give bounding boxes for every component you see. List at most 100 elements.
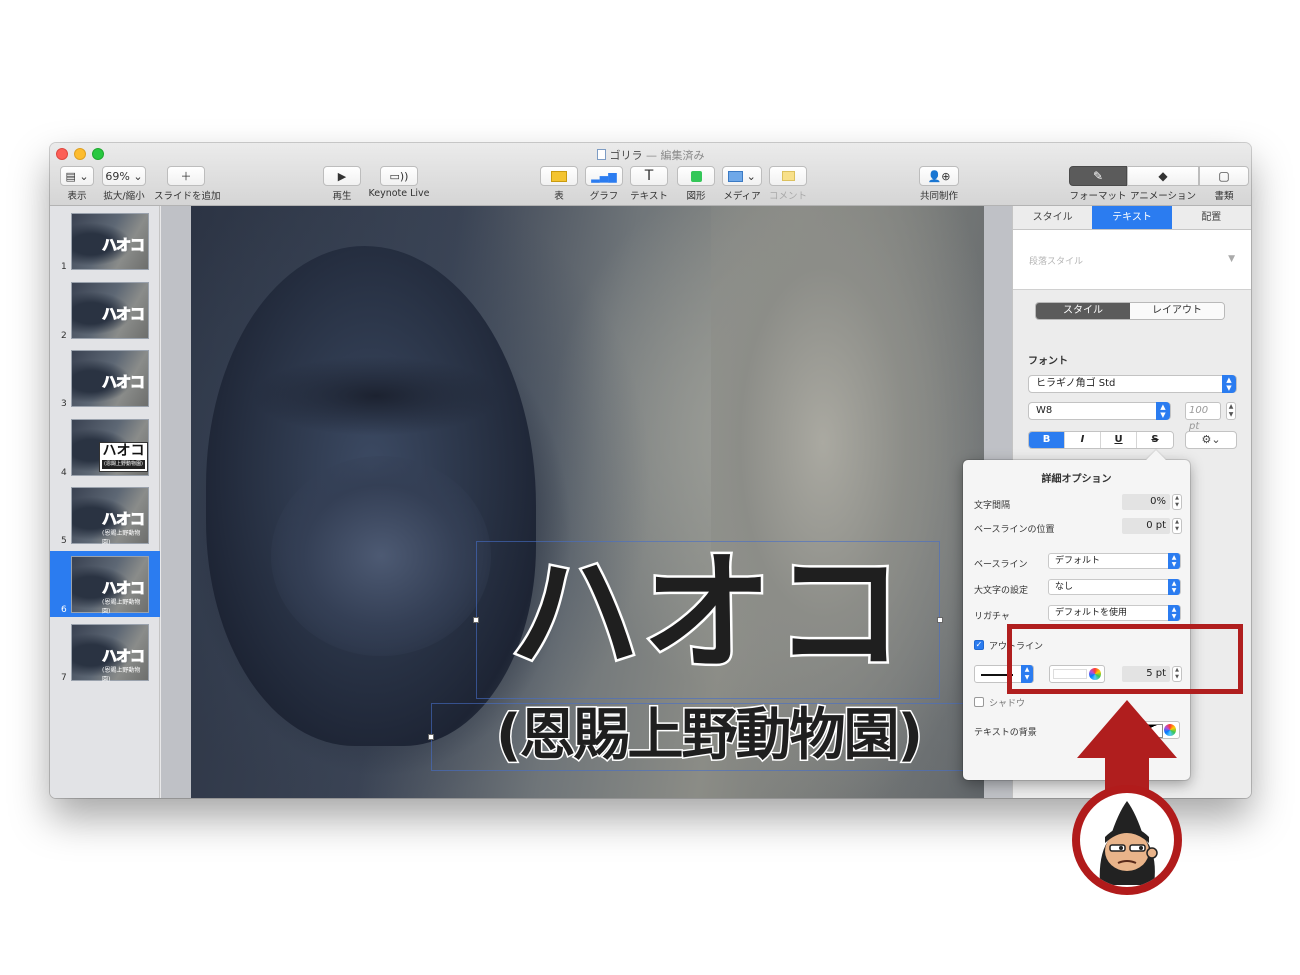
bold-button[interactable]: B bbox=[1029, 432, 1065, 448]
paragraph-style-picker[interactable]: 段落スタイル ▼ bbox=[1013, 230, 1251, 290]
table-button[interactable] bbox=[540, 166, 578, 186]
document-tool[interactable]: ▢ 書類 bbox=[1199, 166, 1249, 202]
thumbnail-title: ハオコ bbox=[101, 510, 145, 529]
tab-style[interactable]: スタイル bbox=[1013, 206, 1092, 229]
slide-number: 2 bbox=[61, 330, 67, 341]
font-size-stepper[interactable]: ▲ ▼ bbox=[1226, 402, 1236, 420]
italic-button[interactable]: I bbox=[1065, 432, 1101, 448]
updown-arrows-icon: ▲ ▼ bbox=[1168, 553, 1180, 569]
view-button[interactable]: ▤ ⌄ bbox=[60, 166, 94, 186]
text-format-buttons: B I U S bbox=[1028, 431, 1174, 449]
tab-text[interactable]: テキスト bbox=[1092, 206, 1172, 229]
segment-style[interactable]: スタイル bbox=[1036, 303, 1130, 319]
add-slide-button[interactable]: ＋ bbox=[167, 166, 205, 186]
shadow-checkbox[interactable] bbox=[974, 697, 984, 707]
chart-tool[interactable]: ▂▄▆ グラフ bbox=[585, 166, 623, 202]
slide-thumbnail-row[interactable]: 5 ハオコ (恩賜上野動物園) bbox=[50, 482, 160, 548]
tab-arrange[interactable]: 配置 bbox=[1172, 206, 1251, 229]
zoom-tool[interactable]: 69% ⌄ 拡大/縮小 bbox=[100, 166, 148, 202]
animate-button[interactable]: ◆ bbox=[1127, 166, 1199, 186]
slide-thumbnail-row[interactable]: 1 ハオコ bbox=[50, 208, 160, 274]
font-weight-value: W8 bbox=[1036, 405, 1053, 416]
thumbnail-subtitle: (恩賜上野動物園) bbox=[102, 667, 141, 683]
outline-checkbox[interactable]: ✓ bbox=[974, 640, 984, 650]
comment-button[interactable] bbox=[769, 166, 807, 186]
slide-thumbnail-row[interactable]: 3 ハオコ bbox=[50, 345, 160, 411]
table-tool[interactable]: 表 bbox=[540, 166, 578, 202]
baseline-shift-label: ベースラインの位置 bbox=[974, 525, 1055, 535]
slide-thumbnail[interactable]: ハオコ (恩賜上野動物園) bbox=[71, 624, 149, 683]
author-avatar bbox=[1072, 785, 1182, 895]
slide-thumbnail[interactable]: ハオコ (恩賜上野動物園) bbox=[71, 487, 149, 546]
keynote-live-label: Keynote Live bbox=[368, 188, 430, 199]
add-slide-tool[interactable]: ＋ スライドを追加 bbox=[154, 166, 221, 202]
shape-button[interactable] bbox=[677, 166, 715, 186]
window-title: ゴリラ — 編集済み bbox=[50, 147, 1251, 163]
slide-number: 5 bbox=[61, 536, 67, 546]
strikethrough-button[interactable]: S bbox=[1137, 432, 1173, 448]
slide-thumbnail-row[interactable]: 6 ハオコ (恩賜上野動物園) bbox=[50, 550, 160, 617]
segment-layout[interactable]: レイアウト bbox=[1130, 303, 1224, 319]
slide-title-text[interactable]: ハオコ bbox=[476, 536, 940, 691]
collaborate-button[interactable]: 👤⊕ bbox=[919, 166, 959, 186]
zoom-dropdown[interactable]: 69% ⌄ bbox=[102, 166, 146, 186]
red-arrow-up-icon bbox=[1077, 700, 1177, 798]
collaborate-tool[interactable]: 👤⊕ 共同制作 bbox=[918, 166, 960, 202]
gorilla-brow bbox=[251, 356, 501, 436]
ligatures-popup[interactable]: デフォルトを使用 ▲ ▼ bbox=[1048, 605, 1181, 621]
style-layout-segment: スタイル レイアウト bbox=[1035, 302, 1225, 320]
advanced-options-button[interactable]: ⚙⌄ bbox=[1185, 431, 1237, 449]
slide-thumbnail[interactable]: ハオコ bbox=[71, 350, 149, 407]
format-tool[interactable]: ✎ フォーマット bbox=[1069, 166, 1127, 202]
font-size-field[interactable]: 100 pt bbox=[1185, 402, 1221, 432]
baseline-value: デフォルト bbox=[1055, 556, 1101, 566]
slide-subtitle-text[interactable]: (恩賜上野動物園) bbox=[431, 702, 984, 770]
baseline-shift-stepper[interactable]: ▲ ▼ bbox=[1172, 518, 1182, 534]
slide-thumbnail-row[interactable]: 4 ハオコ (恩賜上野動物園) bbox=[50, 414, 160, 480]
capitalization-popup[interactable]: なし ▲ ▼ bbox=[1048, 579, 1181, 595]
slide-thumbnail[interactable]: ハオコ bbox=[71, 213, 149, 270]
comment-tool[interactable]: コメント bbox=[769, 166, 807, 202]
slide-canvas[interactable]: ハオコ (恩賜上野動物園) bbox=[191, 206, 984, 798]
animate-label: アニメーション bbox=[1129, 191, 1197, 202]
updown-arrows-icon: ▲ ▼ bbox=[1222, 375, 1236, 393]
baseline-popup[interactable]: デフォルト ▲ ▼ bbox=[1048, 553, 1181, 569]
inspector-tabs: スタイル テキスト 配置 bbox=[1013, 206, 1251, 230]
shape-tool[interactable]: 図形 bbox=[677, 166, 715, 202]
document-name: ゴリラ bbox=[609, 149, 643, 162]
thumbnail-title: ハオコ bbox=[101, 578, 145, 597]
slide-navigator: 1 ハオコ 2 ハオコ 3 ハオコ 4 ハオコ (恩賜上野動物園) 5 ハオコ (恩賜上野動物園) 6 ハ… bbox=[50, 206, 160, 798]
font-weight-popup[interactable]: W8 ▲ ▼ bbox=[1028, 402, 1171, 420]
format-button[interactable]: ✎ bbox=[1069, 166, 1127, 186]
char-spacing-stepper[interactable]: ▲ ▼ bbox=[1172, 494, 1182, 510]
comment-icon bbox=[781, 171, 795, 181]
slide-thumbnail[interactable]: ハオコ (恩賜上野動物園) bbox=[71, 555, 149, 615]
media-button[interactable]: ⌄ bbox=[722, 166, 762, 186]
play-tool[interactable]: ▶ 再生 bbox=[322, 166, 362, 202]
slide-canvas-area: ハオコ (恩賜上野動物園) bbox=[161, 206, 1012, 798]
thumbnail-subtitle: (恩賜上野動物園) bbox=[102, 459, 145, 469]
slide-thumbnail[interactable]: ハオコ bbox=[71, 281, 149, 339]
collaborate-label: 共同制作 bbox=[919, 191, 958, 202]
slide-number: 6 bbox=[61, 604, 67, 615]
char-spacing-field[interactable]: 0% bbox=[1122, 494, 1170, 510]
slide-thumbnail-row[interactable]: 2 ハオコ bbox=[50, 277, 160, 343]
animate-tool[interactable]: ◆ アニメーション bbox=[1127, 166, 1199, 202]
text-button[interactable]: T bbox=[630, 166, 668, 186]
text-tool[interactable]: T テキスト bbox=[630, 166, 668, 202]
font-family-popup[interactable]: ヒラギノ角ゴ Std ▲ ▼ bbox=[1028, 375, 1237, 393]
updown-arrows-icon: ▲ ▼ bbox=[1168, 579, 1180, 595]
baseline-shift-field[interactable]: 0 pt bbox=[1122, 518, 1170, 534]
document-button[interactable]: ▢ bbox=[1199, 166, 1249, 186]
slide-thumbnail-row[interactable]: 7 ハオコ (恩賜上野動物園) bbox=[50, 619, 160, 685]
play-button[interactable]: ▶ bbox=[323, 166, 361, 186]
media-tool[interactable]: ⌄ メディア bbox=[722, 166, 762, 202]
slide-number: 3 bbox=[61, 399, 67, 409]
gorilla-avatar-icon bbox=[1099, 801, 1158, 885]
view-tool[interactable]: ▤ ⌄ 表示 bbox=[58, 166, 96, 202]
underline-button[interactable]: U bbox=[1101, 432, 1137, 448]
keynote-live-button[interactable]: ▭)) bbox=[380, 166, 418, 186]
slide-thumbnail[interactable]: ハオコ (恩賜上野動物園) bbox=[71, 418, 149, 476]
keynote-live-tool[interactable]: ▭)) Keynote Live bbox=[368, 166, 430, 199]
chart-button[interactable]: ▂▄▆ bbox=[585, 166, 623, 186]
